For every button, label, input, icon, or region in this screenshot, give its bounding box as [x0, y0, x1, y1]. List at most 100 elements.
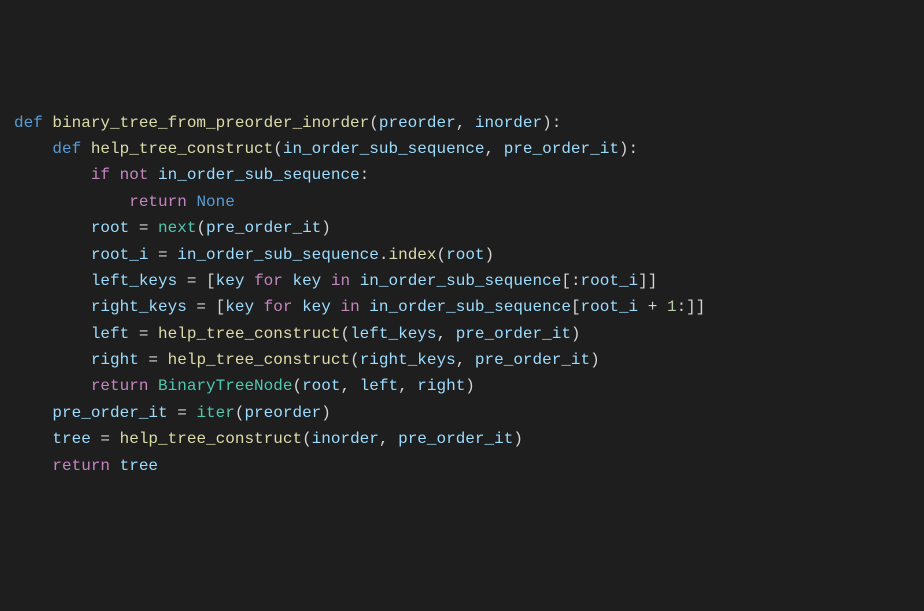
code-token: = — [139, 351, 168, 369]
code-token: ( — [437, 246, 447, 264]
code-token: in — [331, 272, 360, 290]
code-token: help_tree_construct — [91, 140, 273, 158]
code-token: help_tree_construct — [168, 351, 350, 369]
code-token: left_keys — [91, 272, 177, 290]
code-token: ( — [196, 219, 206, 237]
code-token: def — [52, 140, 90, 158]
code-token: ) — [321, 404, 331, 422]
code-line[interactable]: right = help_tree_construct(right_keys, … — [0, 347, 924, 373]
code-token: ( — [235, 404, 245, 422]
code-token: binary_tree_from_preorder_inorder — [52, 114, 369, 132]
code-line[interactable]: pre_order_it = iter(preorder) — [0, 400, 924, 426]
code-token: ) — [571, 325, 581, 343]
code-token: left_keys — [350, 325, 436, 343]
code-token: pre_order_it — [206, 219, 321, 237]
code-token: ) — [590, 351, 600, 369]
code-token: in — [340, 298, 369, 316]
code-line[interactable]: def help_tree_construct(in_order_sub_seq… — [0, 136, 924, 162]
code-token: tree — [52, 430, 90, 448]
indent — [14, 325, 91, 343]
code-token: pre_order_it — [456, 325, 571, 343]
code-line[interactable]: return tree — [0, 453, 924, 479]
code-token: index — [388, 246, 436, 264]
code-token: preorder — [244, 404, 321, 422]
code-token: pre_order_it — [52, 404, 167, 422]
code-token: not — [120, 166, 158, 184]
code-line[interactable]: return BinaryTreeNode(root, left, right) — [0, 373, 924, 399]
code-token: ): — [542, 114, 561, 132]
code-token: key — [302, 298, 331, 316]
indent — [14, 457, 52, 475]
code-line[interactable]: def binary_tree_from_preorder_inorder(pr… — [0, 110, 924, 136]
code-line[interactable]: if not in_order_sub_sequence: — [0, 162, 924, 188]
code-token: right_keys — [360, 351, 456, 369]
code-token: key — [292, 272, 321, 290]
indent — [14, 272, 91, 290]
code-line[interactable]: root_i = in_order_sub_sequence.index(roo… — [0, 242, 924, 268]
code-token: root_i — [91, 246, 149, 264]
code-token: in_order_sub_sequence — [369, 298, 571, 316]
code-token: key — [216, 272, 245, 290]
code-line[interactable]: right_keys = [key for key in in_order_su… — [0, 294, 924, 320]
code-token: root_i — [581, 272, 639, 290]
code-token: help_tree_construct — [158, 325, 340, 343]
code-token: ): — [619, 140, 638, 158]
code-token: ) — [513, 430, 523, 448]
indent — [14, 193, 129, 211]
code-token: ( — [273, 140, 283, 158]
code-token: if — [91, 166, 120, 184]
code-line[interactable]: tree = help_tree_construct(inorder, pre_… — [0, 426, 924, 452]
code-token: ( — [340, 325, 350, 343]
code-token: in_order_sub_sequence — [158, 166, 360, 184]
code-token: in_order_sub_sequence — [283, 140, 485, 158]
code-token: right_keys — [91, 298, 187, 316]
code-token: pre_order_it — [398, 430, 513, 448]
code-token: = — [148, 246, 177, 264]
code-token: ( — [302, 430, 312, 448]
code-token: in_order_sub_sequence — [360, 272, 562, 290]
code-token: right — [91, 351, 139, 369]
code-token: root — [446, 246, 484, 264]
code-token: , — [379, 430, 398, 448]
indent — [14, 140, 52, 158]
code-token: = [ — [187, 298, 225, 316]
code-line[interactable]: left = help_tree_construct(left_keys, pr… — [0, 321, 924, 347]
code-token: , — [398, 377, 417, 395]
code-token: left — [360, 377, 398, 395]
code-token: ) — [321, 219, 331, 237]
code-token: pre_order_it — [504, 140, 619, 158]
code-token: tree — [120, 457, 158, 475]
indent — [14, 246, 91, 264]
code-token: left — [91, 325, 129, 343]
code-line[interactable]: root = next(pre_order_it) — [0, 215, 924, 241]
code-token: in_order_sub_sequence — [177, 246, 379, 264]
indent — [14, 404, 52, 422]
code-token: for — [254, 272, 292, 290]
indent — [14, 430, 52, 448]
indent — [14, 219, 91, 237]
code-token: = — [91, 430, 120, 448]
code-token: next — [158, 219, 196, 237]
code-token: [: — [561, 272, 580, 290]
code-token: , — [456, 351, 475, 369]
indent — [14, 377, 91, 395]
code-line[interactable]: return None — [0, 189, 924, 215]
code-token: , — [340, 377, 359, 395]
code-token: ( — [292, 377, 302, 395]
code-token: None — [196, 193, 234, 211]
code-token: iter — [196, 404, 234, 422]
code-token: ]] — [638, 272, 657, 290]
code-token: = [ — [177, 272, 215, 290]
code-editor[interactable]: def binary_tree_from_preorder_inorder(pr… — [0, 110, 924, 479]
code-token: help_tree_construct — [120, 430, 302, 448]
indent — [14, 166, 91, 184]
code-token: :]] — [677, 298, 706, 316]
code-token: def — [14, 114, 52, 132]
code-token: ) — [485, 246, 495, 264]
code-token — [254, 298, 264, 316]
code-token: right — [417, 377, 465, 395]
code-token: return — [129, 193, 196, 211]
code-token: return — [52, 457, 119, 475]
code-line[interactable]: left_keys = [key for key in in_order_sub… — [0, 268, 924, 294]
code-token: ( — [369, 114, 379, 132]
